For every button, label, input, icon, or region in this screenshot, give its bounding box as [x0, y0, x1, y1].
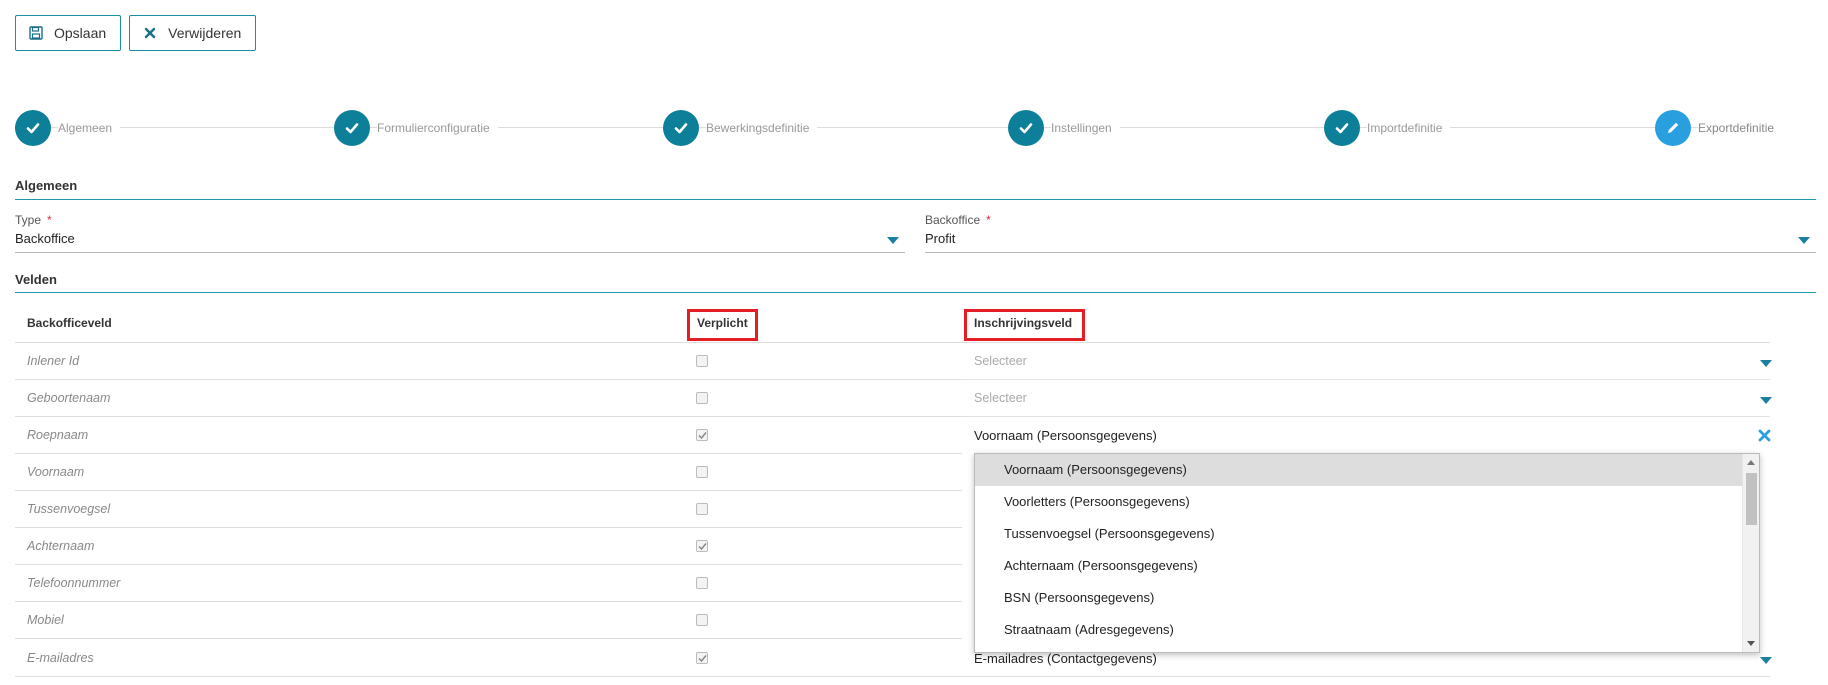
required-checkbox[interactable]	[696, 652, 708, 664]
step-algemeen[interactable]: Algemeen	[15, 110, 121, 146]
row-label: Voornaam	[27, 465, 85, 479]
row-label: Telefoonnummer	[27, 576, 121, 590]
row-divider	[15, 638, 962, 639]
required-mark: *	[47, 213, 52, 227]
step-formulierconfiguratie[interactable]: Formulierconfiguratie	[334, 110, 498, 146]
highlight-box-verplicht	[687, 309, 758, 341]
dropdown-option[interactable]: Achternaam (Persoonsgegevens)	[975, 550, 1759, 582]
delete-button[interactable]: Verwijderen	[129, 15, 257, 51]
inschrijvingsveld-select[interactable]: E-mailadres (Contactgegevens)	[974, 651, 1772, 666]
backoffice-select[interactable]: Backoffice * Profit	[925, 213, 1816, 253]
required-checkbox[interactable]	[696, 577, 708, 589]
highlight-box-inschrijvingsveld	[964, 309, 1085, 341]
chevron-down-icon	[1760, 397, 1772, 404]
dropdown-scrollbar[interactable]	[1742, 454, 1759, 652]
row-divider	[15, 564, 962, 565]
required-checkbox[interactable]	[696, 503, 708, 515]
row-label: Inlener Id	[27, 354, 80, 368]
required-checkbox[interactable]	[696, 355, 708, 367]
table-header-divider	[15, 342, 1770, 343]
toolbar: Opslaan Verwijderen	[15, 15, 257, 51]
step-label: Formulierconfiguratie	[377, 121, 498, 135]
row-divider	[15, 490, 962, 491]
type-value[interactable]: Backoffice	[15, 231, 905, 253]
row-label: Geboortenaam	[27, 391, 111, 405]
scroll-up-icon[interactable]	[1747, 460, 1755, 465]
required-checkbox[interactable]	[696, 614, 708, 626]
step-label: Importdefinitie	[1367, 121, 1451, 135]
required-mark: *	[986, 213, 991, 227]
stepper-line	[51, 127, 1751, 128]
row-label: Mobiel	[27, 613, 64, 627]
dropdown-option[interactable]: Voorletters (Persoonsgegevens)	[975, 486, 1759, 518]
chevron-down-icon	[1760, 360, 1772, 367]
chevron-down-icon	[1798, 237, 1810, 244]
required-checkbox[interactable]	[696, 540, 708, 552]
required-checkbox[interactable]	[696, 466, 708, 478]
delete-button-label: Verwijderen	[168, 25, 242, 41]
wizard-stepper: Algemeen Formulierconfiguratie Bewerking…	[15, 110, 1785, 146]
chevron-down-icon	[1760, 657, 1772, 664]
dropdown-option[interactable]: Tussenvoegsel (Persoonsgegevens)	[975, 518, 1759, 550]
inschrijvingsveld-select[interactable]: Selecteer	[974, 354, 1772, 368]
row-divider	[962, 416, 1770, 417]
dropdown-option[interactable]: Straatnaam (Adresgegevens)	[975, 614, 1759, 646]
dropdown-option[interactable]: Voornaam (Persoonsgegevens)	[975, 454, 1759, 486]
step-label: Algemeen	[58, 121, 121, 135]
save-button-label: Opslaan	[54, 25, 107, 41]
required-checkbox[interactable]	[696, 429, 708, 441]
save-button[interactable]: Opslaan	[15, 15, 122, 51]
type-label: Type *	[15, 213, 52, 227]
inschrijvingsveld-dropdown[interactable]: Voornaam (Persoonsgegevens) Voorletters …	[974, 453, 1760, 653]
backoffice-label: Backoffice *	[925, 213, 991, 227]
row-divider	[15, 601, 962, 602]
check-icon	[1324, 110, 1360, 146]
check-icon	[1008, 110, 1044, 146]
row-divider	[15, 676, 1770, 677]
pencil-icon	[1655, 110, 1691, 146]
required-checkbox[interactable]	[696, 392, 708, 404]
row-label: Tussenvoegsel	[27, 502, 111, 516]
type-select[interactable]: Type * Backoffice	[15, 213, 905, 253]
section-divider	[15, 199, 1816, 200]
dropdown-option[interactable]: BSN (Persoonsgegevens)	[975, 582, 1759, 614]
row-divider	[15, 527, 962, 528]
check-icon	[663, 110, 699, 146]
floppy-disk-icon	[28, 25, 44, 41]
step-exportdefinitie[interactable]: Exportdefinitie	[1655, 110, 1783, 146]
row-divider	[15, 379, 962, 380]
step-label: Exportdefinitie	[1698, 121, 1783, 135]
close-icon	[142, 25, 158, 41]
row-divider	[15, 416, 962, 417]
step-importdefinitie[interactable]: Importdefinitie	[1324, 110, 1451, 146]
check-icon	[15, 110, 51, 146]
step-label: Instellingen	[1051, 121, 1120, 135]
row-label: E-mailadres	[27, 651, 94, 665]
row-divider	[15, 453, 962, 454]
check-icon	[334, 110, 370, 146]
row-divider	[962, 379, 1770, 380]
scrollbar-thumb[interactable]	[1746, 473, 1757, 525]
section-divider	[15, 292, 1816, 293]
backoffice-value[interactable]: Profit	[925, 231, 1816, 253]
row-label: Roepnaam	[27, 428, 89, 442]
row-label: Achternaam	[27, 539, 95, 553]
column-header-backofficeveld: Backofficeveld	[27, 316, 112, 330]
section-title-velden: Velden	[15, 272, 57, 287]
clear-icon[interactable]	[1758, 429, 1771, 445]
inschrijvingsveld-select[interactable]: Selecteer	[974, 391, 1772, 405]
chevron-down-icon	[887, 237, 899, 244]
step-bewerkingsdefinitie[interactable]: Bewerkingsdefinitie	[663, 110, 818, 146]
section-title-algemeen: Algemeen	[15, 178, 78, 193]
step-instellingen[interactable]: Instellingen	[1008, 110, 1120, 146]
step-label: Bewerkingsdefinitie	[706, 121, 818, 135]
inschrijvingsveld-select[interactable]: Voornaam (Persoonsgegevens)	[974, 428, 1771, 445]
scroll-down-icon[interactable]	[1747, 641, 1755, 646]
